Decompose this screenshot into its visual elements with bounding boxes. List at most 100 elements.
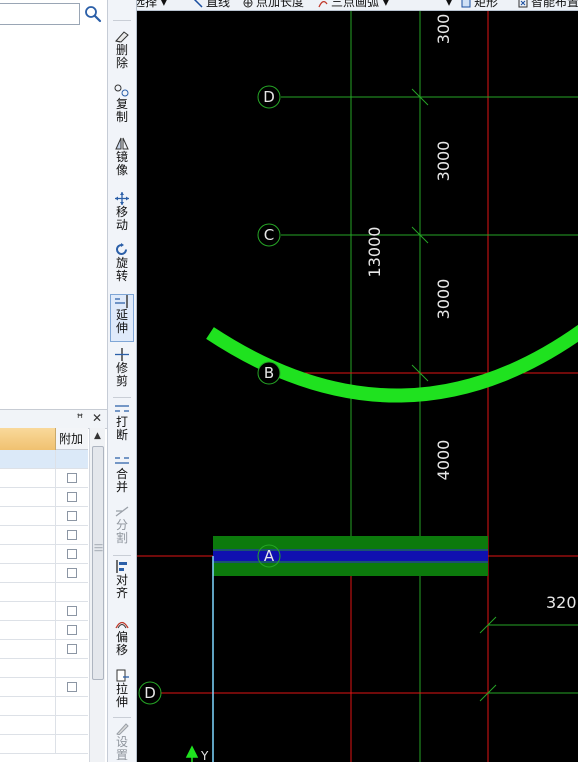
stretch-label: 拉伸 bbox=[116, 682, 129, 709]
ucs-y-label: Y bbox=[200, 749, 209, 762]
mirror-tool[interactable]: 镜像 bbox=[110, 137, 134, 177]
property-name-column-header[interactable] bbox=[0, 428, 56, 451]
rotate-tool[interactable]: 旋转 bbox=[110, 243, 134, 283]
break-tool[interactable]: 打断 bbox=[110, 402, 134, 442]
axis-label-D: D bbox=[263, 88, 275, 106]
column-separator bbox=[55, 716, 56, 735]
toolbar-dropdown-arrow[interactable]: ▾ bbox=[446, 0, 452, 9]
left-panel: ꟸ ✕ 附加 ▲ — — — bbox=[0, 0, 108, 762]
move-icon bbox=[115, 192, 129, 205]
scroll-up-icon[interactable]: ▲ bbox=[90, 430, 105, 442]
rotate-icon bbox=[116, 243, 127, 255]
split-tool[interactable]: 分割 bbox=[110, 505, 134, 545]
close-icon[interactable]: ✕ bbox=[91, 411, 103, 425]
line-button[interactable]: 直线 bbox=[193, 0, 230, 9]
scroll-thumb[interactable] bbox=[92, 446, 104, 680]
split-label: 分割 bbox=[116, 518, 129, 545]
pin-icon[interactable]: ꟸ bbox=[74, 411, 86, 425]
align-tool[interactable]: 对齐 bbox=[110, 560, 134, 600]
table-row[interactable] bbox=[0, 659, 88, 678]
arc-segment[interactable] bbox=[206, 324, 578, 403]
row-checkbox[interactable] bbox=[67, 568, 77, 578]
table-row[interactable] bbox=[0, 678, 88, 697]
three-point-arc-button[interactable]: 三点画弧 ▾ bbox=[318, 0, 389, 9]
settings-tool[interactable]: 设置 bbox=[110, 722, 134, 762]
property-panel-titlebar: ꟸ ✕ bbox=[0, 409, 107, 429]
toolstrip-divider bbox=[113, 397, 131, 398]
column-separator bbox=[55, 697, 56, 716]
column-separator bbox=[55, 602, 56, 621]
point-plus-icon bbox=[243, 0, 253, 7]
merge-icon bbox=[115, 457, 129, 464]
search-input[interactable] bbox=[0, 3, 80, 25]
offset-icon bbox=[115, 621, 129, 629]
table-row[interactable] bbox=[0, 735, 88, 754]
point-length-button[interactable]: 点加长度 bbox=[243, 0, 304, 9]
beam-core bbox=[213, 551, 488, 561]
trim-tool[interactable]: 修剪 bbox=[110, 348, 134, 388]
extend-tool[interactable]: 延伸 bbox=[110, 294, 134, 342]
extra-column-header[interactable]: 附加 bbox=[56, 428, 88, 450]
table-row[interactable] bbox=[0, 583, 88, 602]
rect-button[interactable]: 矩形 bbox=[461, 0, 498, 9]
row-checkbox[interactable] bbox=[67, 682, 77, 692]
scroll-grip-icon: — — — bbox=[94, 540, 103, 556]
row-checkbox[interactable] bbox=[67, 606, 77, 616]
stretch-icon bbox=[116, 669, 129, 682]
drawing[interactable]: D C B A D 300 3000 3000 4000 13000 320 Y bbox=[137, 11, 578, 762]
table-row[interactable] bbox=[0, 697, 88, 716]
smart-layout-label: 智能布置 bbox=[531, 0, 578, 9]
copy-icon bbox=[114, 84, 129, 97]
stretch-tool[interactable]: 拉伸 bbox=[110, 669, 134, 709]
extend-label: 延伸 bbox=[116, 308, 129, 335]
table-row[interactable] bbox=[0, 602, 88, 621]
split-icon bbox=[115, 506, 129, 517]
column-separator bbox=[55, 488, 56, 507]
offset-tool[interactable]: 偏移 bbox=[110, 617, 134, 657]
move-label: 移动 bbox=[116, 205, 129, 232]
table-row[interactable] bbox=[0, 564, 88, 583]
table-row[interactable] bbox=[0, 716, 88, 735]
move-tool[interactable]: 移动 bbox=[110, 192, 134, 232]
row-checkbox[interactable] bbox=[67, 511, 77, 521]
table-row[interactable] bbox=[0, 450, 88, 469]
column-separator bbox=[55, 526, 56, 545]
row-checkbox[interactable] bbox=[67, 492, 77, 502]
smart-layout-button[interactable]: 智能布置 bbox=[518, 0, 578, 9]
smart-layout-icon bbox=[518, 0, 528, 7]
column-separator bbox=[55, 678, 56, 697]
column-separator bbox=[55, 507, 56, 526]
toolstrip-divider bbox=[113, 555, 131, 556]
trim-label: 修剪 bbox=[116, 361, 129, 388]
search-icon[interactable] bbox=[83, 4, 103, 24]
row-checkbox[interactable] bbox=[67, 625, 77, 635]
column-separator bbox=[55, 564, 56, 583]
delete-tool[interactable]: 删除 bbox=[110, 30, 134, 70]
merge-tool[interactable]: 合并 bbox=[110, 454, 134, 494]
axis-label-D2: D bbox=[144, 684, 156, 702]
table-row[interactable] bbox=[0, 621, 88, 640]
cad-canvas[interactable]: D C B A D 300 3000 3000 4000 13000 320 Y bbox=[137, 11, 578, 762]
copy-tool[interactable]: 复制 bbox=[110, 84, 134, 124]
arc-icon bbox=[318, 0, 328, 7]
column-separator bbox=[55, 583, 56, 602]
row-checkbox[interactable] bbox=[67, 473, 77, 483]
table-row[interactable] bbox=[0, 545, 88, 564]
table-row[interactable] bbox=[0, 526, 88, 545]
table-row[interactable] bbox=[0, 507, 88, 526]
row-checkbox[interactable] bbox=[67, 549, 77, 559]
column-separator bbox=[55, 659, 56, 678]
row-checkbox[interactable] bbox=[67, 644, 77, 654]
property-grid-scrollbar[interactable]: ▲ — — — bbox=[89, 428, 105, 762]
mirror-icon bbox=[115, 137, 129, 150]
table-row[interactable] bbox=[0, 469, 88, 488]
line-icon bbox=[194, 0, 203, 8]
dim-label-cb: 3000 bbox=[434, 279, 453, 320]
delete-label: 删除 bbox=[116, 43, 129, 70]
table-row[interactable] bbox=[0, 640, 88, 659]
table-row[interactable] bbox=[0, 488, 88, 507]
row-checkbox[interactable] bbox=[67, 530, 77, 540]
settings-label: 设置 bbox=[116, 735, 129, 762]
break-icon bbox=[115, 405, 129, 412]
line-label: 直线 bbox=[206, 0, 231, 9]
